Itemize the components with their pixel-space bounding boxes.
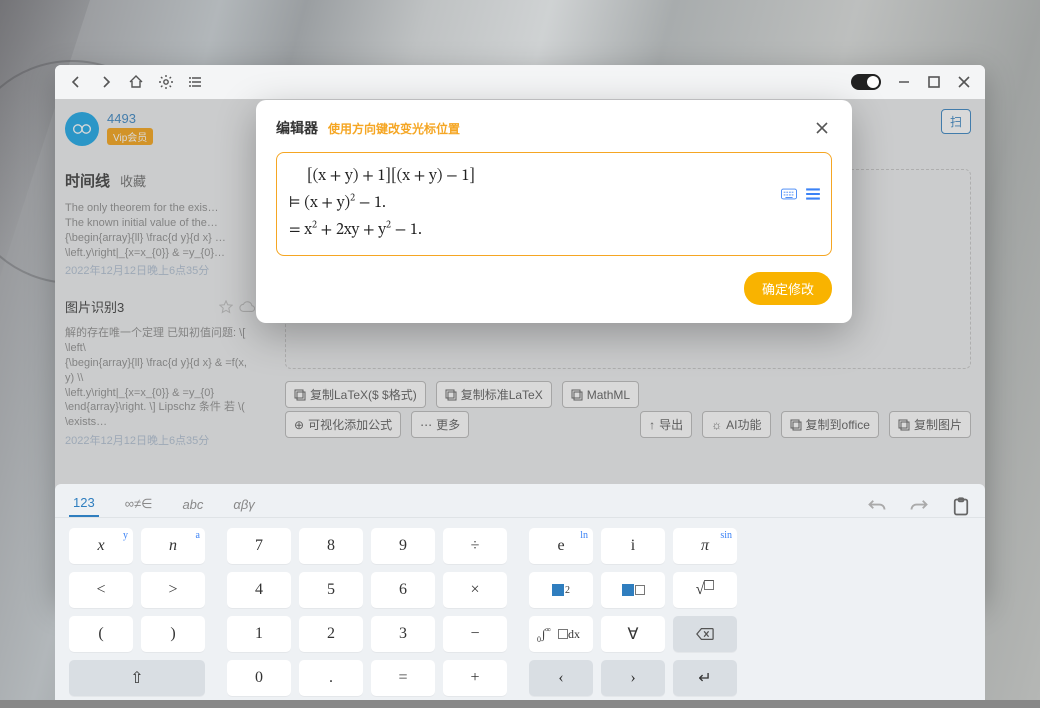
key-e[interactable]: eln (529, 528, 593, 564)
key-5[interactable]: 5 (299, 572, 363, 608)
key-multiply[interactable]: × (443, 572, 507, 608)
modal-title: 编辑器 (276, 118, 318, 138)
home-button[interactable] (125, 71, 147, 93)
math-line-2: ⊨ (x + y)2 − 1. (289, 190, 819, 217)
math-line-3: = x2 + 2xy + y2 − 1. (289, 217, 819, 244)
tab-symbols[interactable]: ∞≠∈ (121, 490, 157, 517)
redo-button[interactable] (909, 497, 929, 517)
modal-hint: 使用方向键改变光标位置 (328, 120, 460, 137)
confirm-button[interactable]: 确定修改 (744, 272, 832, 305)
key-n[interactable]: na (141, 528, 205, 564)
key-dot[interactable]: . (299, 660, 363, 696)
key-2[interactable]: 2 (299, 616, 363, 652)
paste-button[interactable] (951, 497, 971, 517)
key-sqrt[interactable]: √ (673, 572, 737, 608)
close-window-button[interactable] (953, 71, 975, 93)
tab-greek[interactable]: αβγ (229, 491, 258, 517)
key-8[interactable]: 8 (299, 528, 363, 564)
key-minus[interactable]: − (443, 616, 507, 652)
keyboard-icon[interactable] (781, 187, 797, 201)
menu-icon[interactable] (805, 187, 821, 201)
math-editor-input[interactable]: [(x + y) + 1][(x + y) − 1] ⊨ (x + y)2 − … (276, 152, 832, 256)
key-equals[interactable]: = (371, 660, 435, 696)
editor-modal: 编辑器 使用方向键改变光标位置 [(x + y) + 1][(x + y) − … (256, 100, 852, 323)
titlebar (55, 65, 985, 99)
key-i[interactable]: i (601, 528, 665, 564)
key-x[interactable]: xy (69, 528, 133, 564)
key-1[interactable]: 1 (227, 616, 291, 652)
nav-back-button[interactable] (65, 71, 87, 93)
maximize-button[interactable] (923, 71, 945, 93)
keyboard-tabs: 123 ∞≠∈ abc αβγ (55, 484, 985, 518)
key-9[interactable]: 9 (371, 528, 435, 564)
undo-button[interactable] (867, 497, 887, 517)
nav-forward-button[interactable] (95, 71, 117, 93)
key-enter[interactable]: ↵ (673, 660, 737, 696)
key-left[interactable]: ‹ (529, 660, 593, 696)
key-shift[interactable]: ⇧ (69, 660, 205, 696)
key-pi[interactable]: πsin (673, 528, 737, 564)
keypad-vars: xy na < > ( ) ⇧ (69, 528, 205, 696)
modal-close-button[interactable] (812, 118, 832, 138)
key-integral[interactable]: ∫∞0 dx (529, 616, 593, 652)
key-divide[interactable]: ÷ (443, 528, 507, 564)
key-plus[interactable]: + (443, 660, 507, 696)
key-gt[interactable]: > (141, 572, 205, 608)
list-button[interactable] (185, 71, 207, 93)
key-lparen[interactable]: ( (69, 616, 133, 652)
keypad-functions: eln i πsin 2 √ ∫∞0 dx ∀ ‹ › ↵ (529, 528, 737, 696)
minimize-button[interactable] (893, 71, 915, 93)
settings-button[interactable] (155, 71, 177, 93)
key-power[interactable] (601, 572, 665, 608)
key-0[interactable]: 0 (227, 660, 291, 696)
key-right[interactable]: › (601, 660, 665, 696)
key-backspace[interactable] (673, 616, 737, 652)
key-rparen[interactable]: ) (141, 616, 205, 652)
key-6[interactable]: 6 (371, 572, 435, 608)
key-3[interactable]: 3 (371, 616, 435, 652)
tab-123[interactable]: 123 (69, 489, 99, 517)
night-mode-toggle[interactable] (851, 74, 881, 90)
keypad-numbers: 7 8 9 ÷ 4 5 6 × 1 2 3 − 0 . = + (227, 528, 507, 696)
key-square[interactable]: 2 (529, 572, 593, 608)
key-lt[interactable]: < (69, 572, 133, 608)
tab-abc[interactable]: abc (178, 491, 207, 517)
key-4[interactable]: 4 (227, 572, 291, 608)
key-forall[interactable]: ∀ (601, 616, 665, 652)
math-keyboard-panel: 123 ∞≠∈ abc αβγ xy na < > ( ) ⇧ 7 8 9 ÷ … (55, 484, 985, 700)
key-7[interactable]: 7 (227, 528, 291, 564)
math-line-1: [(x + y) + 1][(x + y) − 1] (289, 163, 819, 190)
